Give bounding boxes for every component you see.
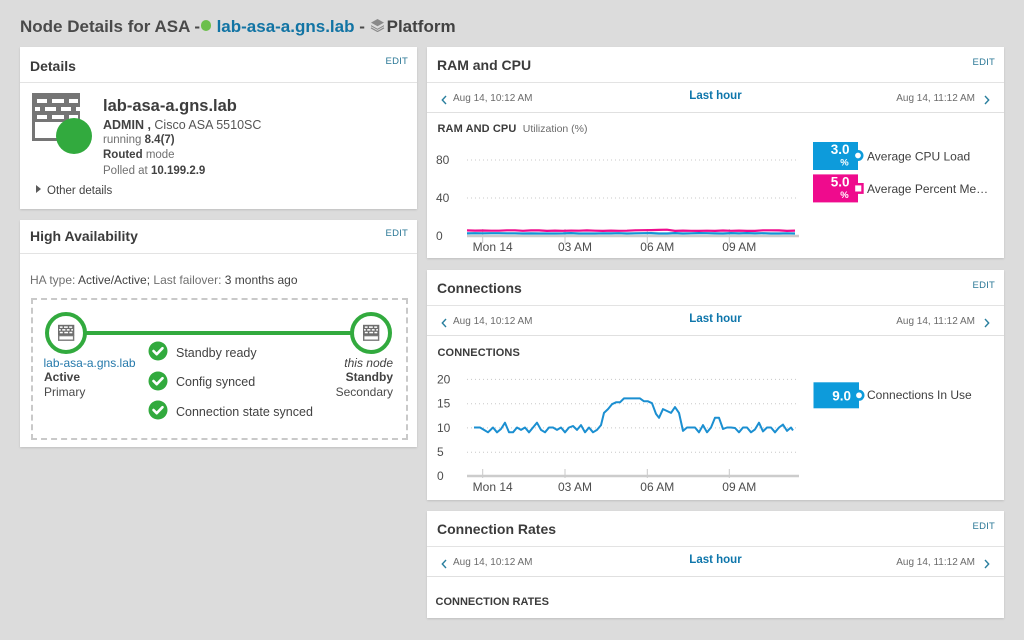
svg-text:Mon 14: Mon 14 xyxy=(473,480,513,494)
svg-text:06 AM: 06 AM xyxy=(640,240,674,254)
svg-text:40: 40 xyxy=(436,191,450,205)
svg-text:5.0: 5.0 xyxy=(831,174,850,189)
svg-text:03 AM: 03 AM xyxy=(558,240,592,254)
svg-text:%: % xyxy=(840,158,849,169)
svg-text:Mon 14: Mon 14 xyxy=(473,240,513,254)
svg-text:Average CPU Load: Average CPU Load xyxy=(867,150,970,164)
svg-text:9.0: 9.0 xyxy=(832,389,851,404)
svg-text:09 AM: 09 AM xyxy=(722,480,756,494)
svg-text:Connections In Use: Connections In Use xyxy=(867,388,972,402)
svg-text:06 AM: 06 AM xyxy=(640,480,674,494)
svg-text:Average Percent Me…: Average Percent Me… xyxy=(867,182,988,196)
svg-text:3.0: 3.0 xyxy=(831,142,850,157)
svg-text:03 AM: 03 AM xyxy=(558,480,592,494)
svg-text:5: 5 xyxy=(437,445,444,459)
svg-text:0: 0 xyxy=(437,469,444,483)
svg-text:0: 0 xyxy=(436,229,443,243)
svg-text:09 AM: 09 AM xyxy=(722,240,756,254)
svg-text:15: 15 xyxy=(437,397,451,411)
svg-text:10: 10 xyxy=(437,421,451,435)
svg-text:80: 80 xyxy=(436,153,450,167)
svg-text:20: 20 xyxy=(437,372,451,386)
svg-text:%: % xyxy=(840,190,849,201)
